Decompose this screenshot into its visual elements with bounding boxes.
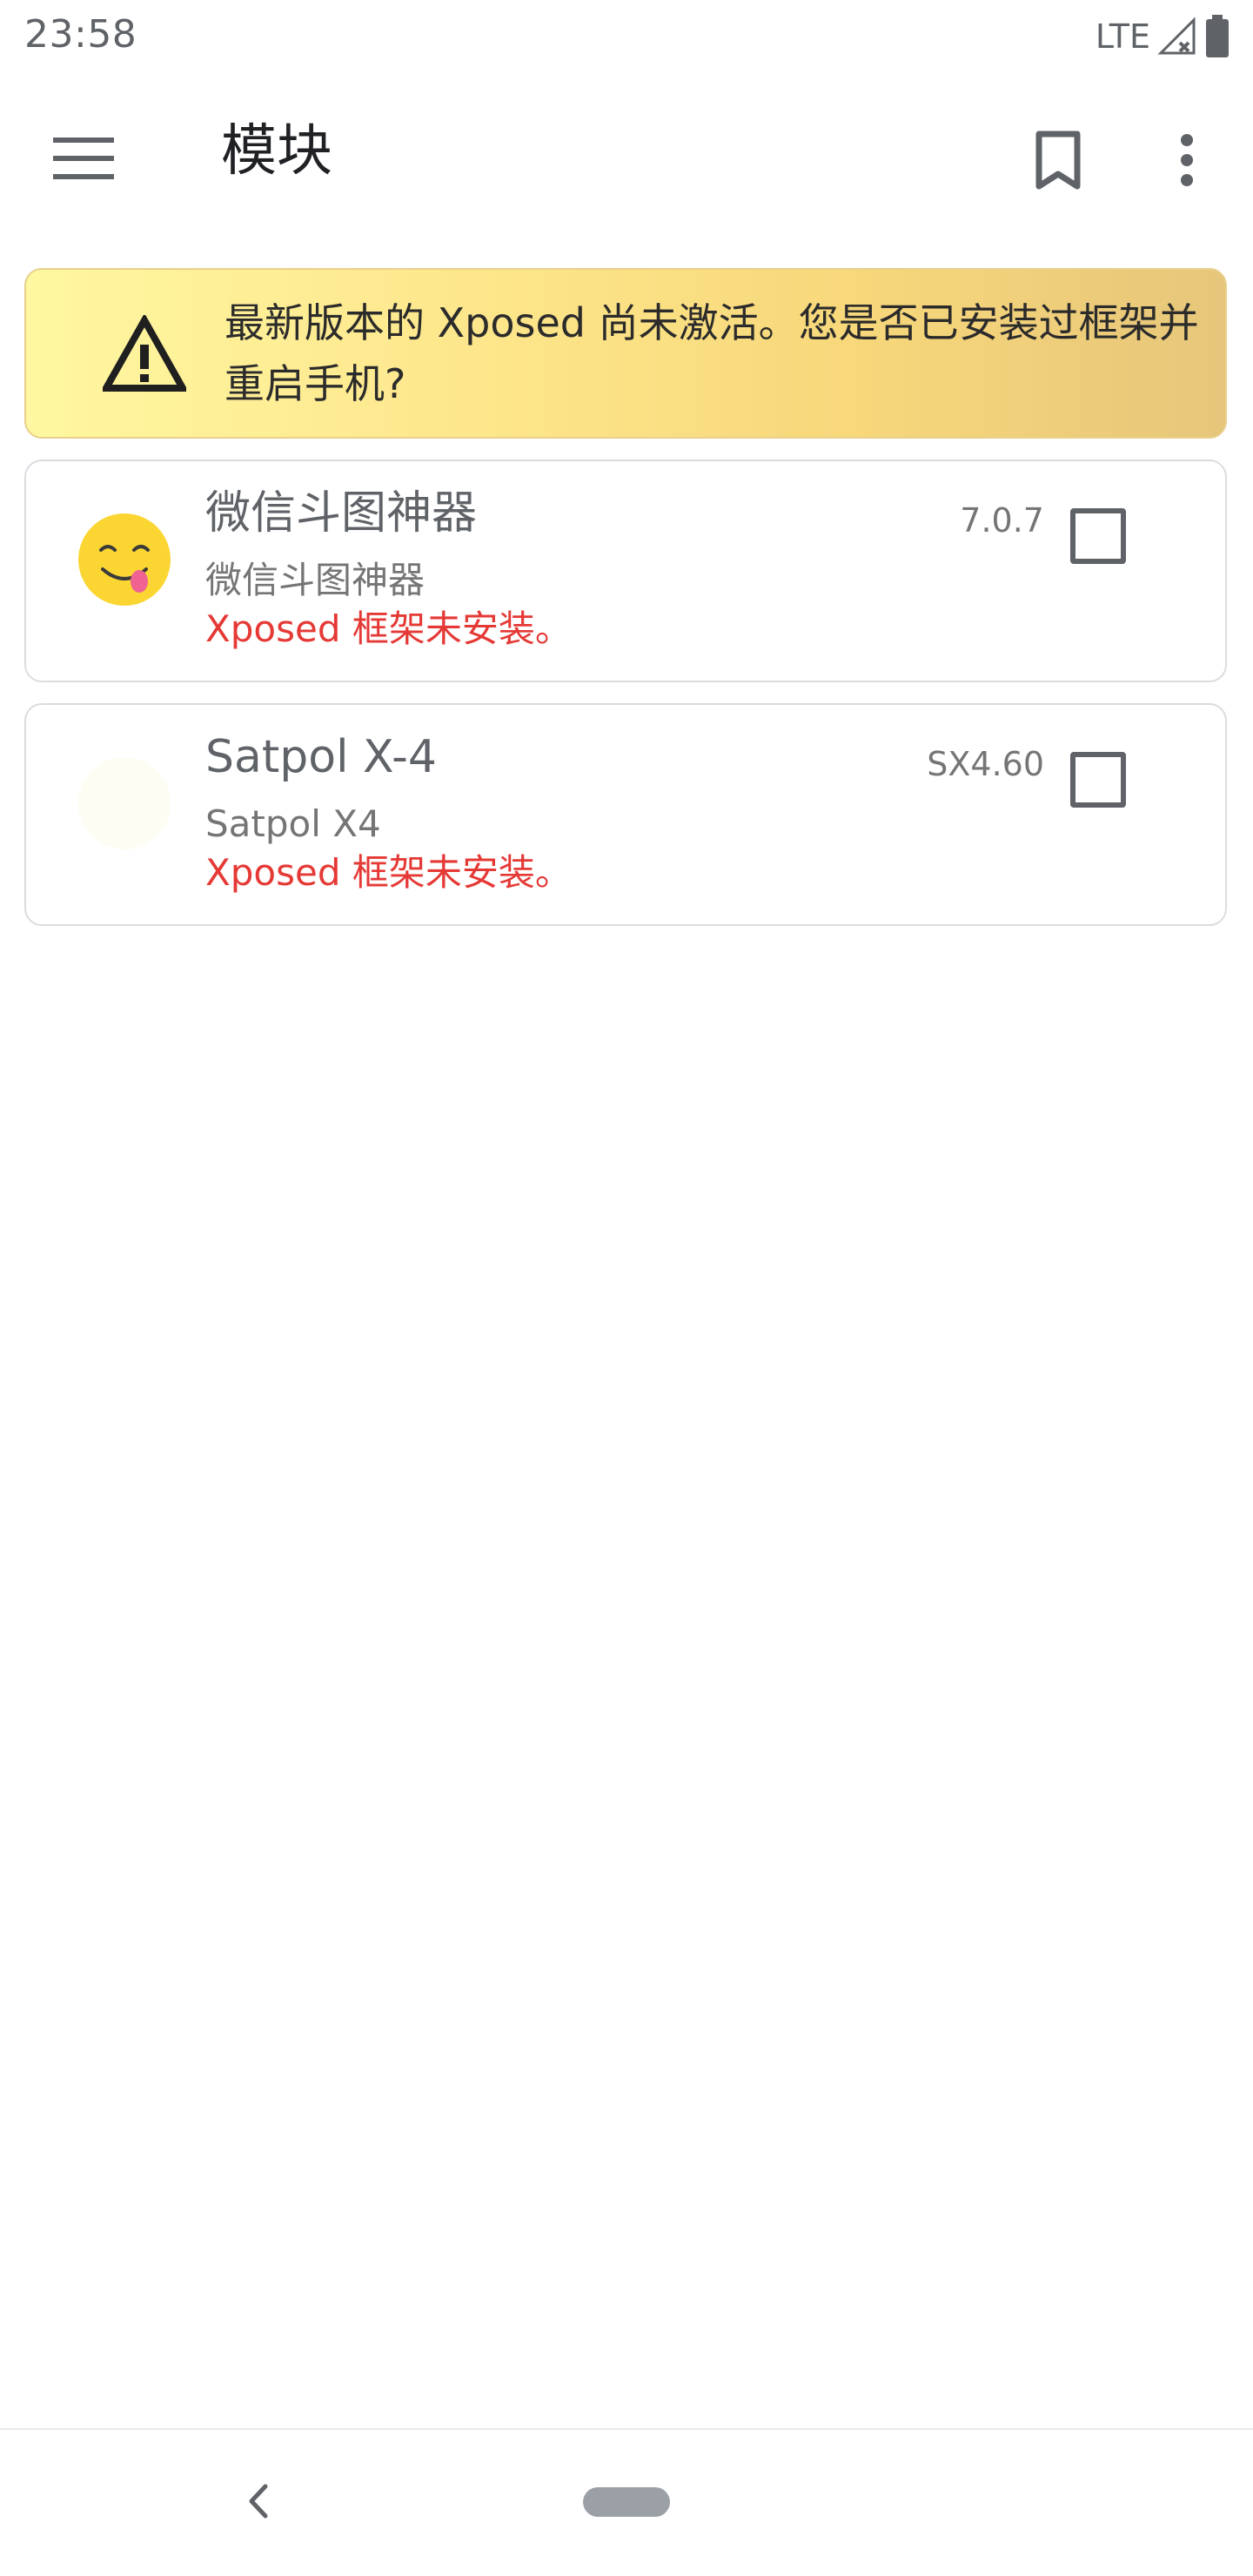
battery-icon	[1206, 15, 1229, 57]
module-enable-checkbox[interactable]	[1070, 752, 1126, 808]
status-bar: 23:58 LTE	[0, 0, 1253, 73]
module-version: SX4.60	[927, 745, 1044, 783]
overflow-menu-icon	[1181, 134, 1193, 186]
module-enable-checkbox[interactable]	[1070, 508, 1126, 564]
emoji-tongue-icon	[78, 513, 171, 606]
module-description: Satpol X4	[205, 802, 381, 845]
modules-screen: 23:58 LTE 模块 最新版本的 Xposed 尚未激活。您是否已安装过框架…	[0, 0, 1253, 2576]
framework-warning-banner[interactable]: 最新版本的 Xposed 尚未激活。您是否已安装过框架并重启手机?	[24, 268, 1227, 439]
module-name: Satpol X-4	[205, 731, 437, 783]
module-name: 微信斗图神器	[205, 487, 478, 540]
signal-no-service-icon	[1157, 17, 1196, 55]
warning-icon	[103, 315, 186, 392]
bookmark-button[interactable]	[1018, 120, 1098, 200]
module-version: 7.0.7	[960, 501, 1044, 540]
overflow-menu-button[interactable]	[1147, 120, 1227, 200]
status-time: 23:58	[24, 12, 137, 57]
app-icon	[78, 757, 171, 849]
module-description: 微信斗图神器	[205, 559, 425, 601]
module-card[interactable]: Satpol X-4 Satpol X4 Xposed 框架未安装。 SX4.6…	[24, 703, 1227, 926]
module-status: Xposed 框架未安装。	[205, 607, 572, 650]
back-button[interactable]	[224, 2468, 291, 2534]
system-navigation-bar	[0, 2428, 1253, 2576]
page-title: 模块	[221, 119, 332, 184]
menu-icon	[53, 138, 114, 179]
bookmark-icon	[1035, 131, 1081, 190]
home-pill-icon[interactable]	[583, 2487, 670, 2517]
module-card[interactable]: 微信斗图神器 微信斗图神器 Xposed 框架未安装。 7.0.7	[24, 460, 1227, 682]
module-status: Xposed 框架未安装。	[205, 851, 572, 894]
network-type-label: LTE	[1095, 17, 1150, 56]
navigation-menu-button[interactable]	[40, 124, 127, 193]
status-icons: LTE	[1096, 12, 1230, 61]
back-icon	[249, 2484, 268, 2519]
warning-message: 最新版本的 Xposed 尚未激活。您是否已安装过框架并重启手机?	[224, 299, 1199, 407]
app-toolbar: 模块	[0, 73, 1253, 244]
